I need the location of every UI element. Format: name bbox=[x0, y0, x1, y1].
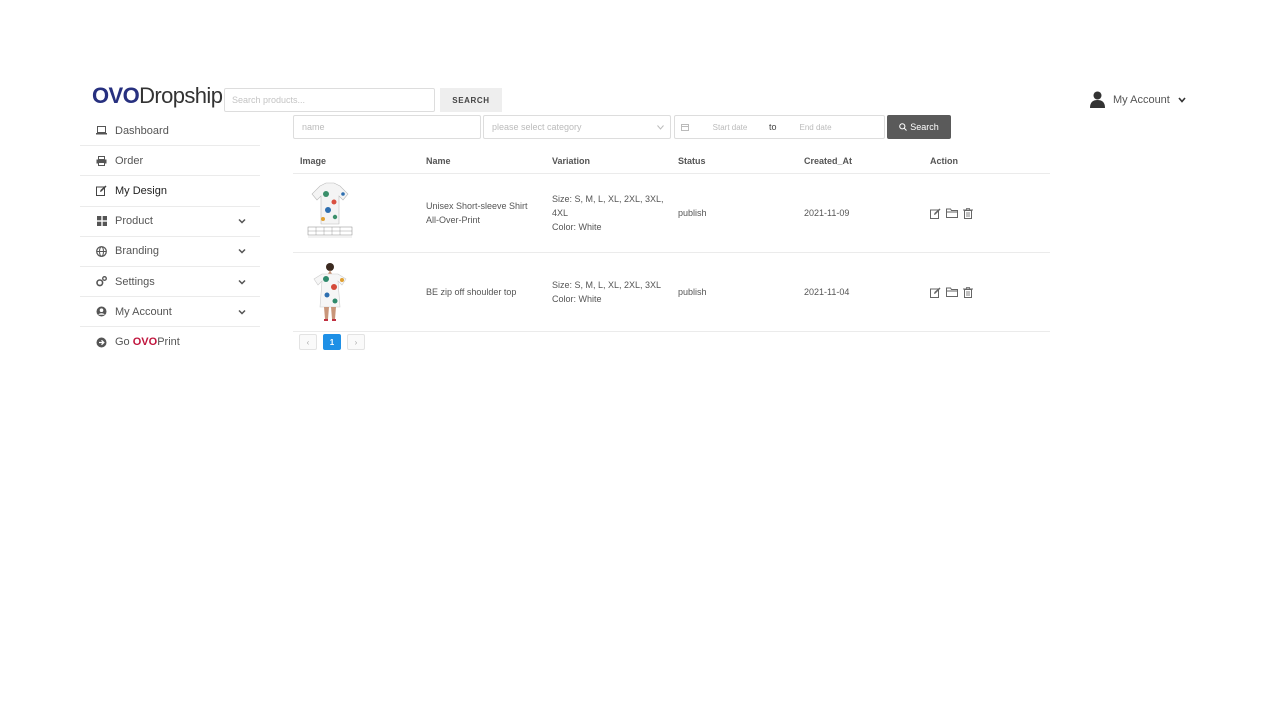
category-select-input[interactable] bbox=[484, 116, 670, 138]
arrow-circle-right-icon bbox=[96, 337, 107, 348]
edit-icon[interactable] bbox=[930, 208, 941, 219]
filter-search-label: Search bbox=[910, 122, 939, 132]
go-brand: OVO bbox=[132, 336, 158, 349]
sidebar-item-label: My Account bbox=[115, 305, 172, 318]
header-name: Name bbox=[426, 155, 451, 166]
sidebar-item-label: My Design bbox=[115, 184, 167, 197]
end-date-input[interactable] bbox=[780, 122, 851, 132]
variation-size: Size: S, M, L, XL, 2XL, 3XL bbox=[552, 280, 662, 290]
grid-icon bbox=[96, 216, 107, 227]
variation-color: Color: White bbox=[552, 222, 602, 232]
product-variation: Size: S, M, L, XL, 2XL, 3XL Color: White bbox=[545, 278, 671, 306]
calendar-icon bbox=[681, 124, 689, 131]
sidebar: Dashboard Order My Design Product Brandi… bbox=[80, 116, 260, 358]
sidebar-item-branding[interactable]: Branding bbox=[80, 237, 260, 267]
table-row: Unisex Short-sleeve Shirt All-Over-Print… bbox=[293, 174, 1050, 253]
trash-icon[interactable] bbox=[963, 286, 973, 298]
chevron-down-icon bbox=[238, 279, 246, 285]
pagination: ‹ 1 › bbox=[299, 334, 365, 350]
product-search-button[interactable]: SEARCH bbox=[440, 88, 502, 112]
sidebar-item-dashboard[interactable]: Dashboard bbox=[80, 116, 260, 147]
table-row: BE zip off shoulder top Size: S, M, L, X… bbox=[293, 253, 1050, 332]
globe-icon bbox=[96, 245, 107, 257]
sidebar-item-settings[interactable]: Settings bbox=[80, 267, 260, 298]
next-page-button[interactable]: › bbox=[347, 334, 365, 350]
folder-icon[interactable] bbox=[946, 287, 958, 297]
account-menu[interactable]: My Account bbox=[1090, 91, 1186, 108]
date-range-separator: to bbox=[769, 122, 777, 132]
chevron-down-icon bbox=[238, 249, 246, 254]
sidebar-item-my-account[interactable]: My Account bbox=[80, 297, 260, 328]
product-status: publish bbox=[678, 208, 707, 218]
sidebar-item-product[interactable]: Product bbox=[80, 207, 260, 237]
printer-icon bbox=[96, 155, 107, 166]
search-icon bbox=[899, 123, 908, 131]
variation-color: Color: White bbox=[552, 294, 602, 304]
sidebar-item-label: Settings bbox=[115, 275, 155, 288]
variation-size: Size: S, M, L, XL, 2XL, 3XL, 4XL bbox=[552, 194, 664, 218]
chevron-down-icon bbox=[238, 219, 246, 224]
name-filter-input[interactable] bbox=[293, 115, 481, 139]
filter-search-button[interactable]: Search bbox=[887, 115, 951, 139]
logo[interactable]: OVO Dropship bbox=[92, 83, 223, 111]
row-actions bbox=[930, 207, 1050, 219]
go-prefix: Go bbox=[115, 336, 133, 349]
header-created-at: Created_At bbox=[804, 155, 853, 166]
row-actions bbox=[930, 286, 1050, 298]
prev-page-button[interactable]: ‹ bbox=[299, 334, 317, 350]
product-created-at: 2021-11-09 bbox=[804, 208, 850, 218]
user-circle-icon bbox=[96, 306, 107, 317]
product-created-at: 2021-11-04 bbox=[804, 287, 850, 297]
category-select[interactable] bbox=[483, 115, 671, 139]
product-status: publish bbox=[678, 287, 707, 297]
header-image: Image bbox=[300, 155, 327, 166]
trash-icon[interactable] bbox=[963, 207, 973, 219]
product-variation: Size: S, M, L, XL, 2XL, 3XL, 4XL Color: … bbox=[545, 192, 671, 234]
edit-icon[interactable] bbox=[930, 287, 941, 298]
sidebar-item-order[interactable]: Order bbox=[80, 146, 260, 177]
header-status: Status bbox=[678, 155, 706, 166]
header-action: Action bbox=[930, 155, 958, 166]
logo-ovo: OVO bbox=[92, 83, 140, 108]
go-suffix: Print bbox=[157, 336, 180, 349]
sidebar-item-go-ovoprint[interactable]: Go OVOPrint bbox=[80, 327, 260, 357]
chevron-down-icon bbox=[657, 125, 664, 130]
sidebar-item-label: Branding bbox=[115, 245, 160, 258]
sidebar-item-label: Dashboard bbox=[115, 124, 169, 137]
page-1-button[interactable]: 1 bbox=[323, 334, 341, 350]
sidebar-item-my-design[interactable]: My Design bbox=[80, 176, 260, 207]
product-search-input[interactable] bbox=[224, 88, 435, 112]
sidebar-item-label: Order bbox=[115, 154, 144, 167]
user-icon bbox=[1090, 91, 1105, 108]
header-variation: Variation bbox=[552, 155, 591, 166]
product-name: BE zip off shoulder top bbox=[426, 287, 517, 297]
laptop-icon bbox=[96, 125, 107, 136]
product-thumbnail[interactable] bbox=[304, 182, 356, 244]
gears-icon bbox=[96, 276, 107, 287]
product-name: Unisex Short-sleeve Shirt All-Over-Print bbox=[426, 201, 528, 225]
logo-dropship: Dropship bbox=[139, 83, 223, 108]
start-date-input[interactable] bbox=[695, 122, 765, 132]
folder-icon[interactable] bbox=[946, 208, 958, 218]
table-header: Image Name Variation Status Created_At A… bbox=[293, 148, 1050, 174]
account-label: My Account bbox=[1113, 93, 1170, 106]
sidebar-item-label: Product bbox=[115, 215, 153, 228]
chevron-down-icon bbox=[238, 309, 246, 315]
go-ovoprint-label: Go OVOPrint bbox=[115, 336, 180, 348]
product-thumbnail[interactable] bbox=[304, 261, 356, 323]
chevron-down-icon bbox=[1178, 96, 1186, 103]
date-range-picker[interactable]: to bbox=[674, 115, 885, 139]
edit-icon bbox=[96, 185, 107, 197]
design-table: Image Name Variation Status Created_At A… bbox=[293, 148, 1050, 332]
